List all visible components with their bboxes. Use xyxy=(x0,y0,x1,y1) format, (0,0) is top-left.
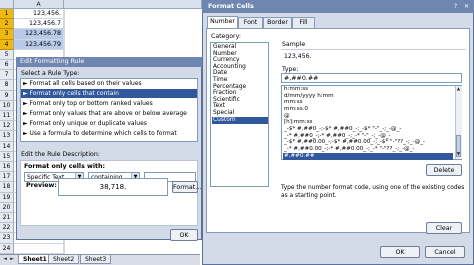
format-cells-title[interactable]: Format Cells xyxy=(202,0,474,13)
row-header[interactable]: 1 xyxy=(0,9,14,20)
tab-font[interactable]: Font xyxy=(238,17,263,28)
row-header[interactable]: 16 xyxy=(0,162,14,173)
close-icon[interactable]: ✕ xyxy=(462,2,471,11)
type-input-value: #,##0.## xyxy=(284,75,319,82)
edit-description-label: Edit the Rule Description: xyxy=(21,151,100,158)
column-header-a[interactable]: A xyxy=(14,0,64,9)
rule-type-item[interactable]: ► Format all cells based on their values xyxy=(21,79,197,88)
row-header[interactable]: 15 xyxy=(0,151,14,162)
clear-button[interactable]: Clear xyxy=(426,222,462,234)
sheet-tab-1[interactable]: Sheet1 xyxy=(18,255,52,264)
select-all-corner[interactable] xyxy=(0,0,14,9)
type-input[interactable]: #,##0.## xyxy=(281,73,462,83)
row-header[interactable]: 19 xyxy=(0,192,14,203)
column-header-b[interactable] xyxy=(64,0,202,9)
row-header[interactable]: 3 xyxy=(0,29,14,40)
format-hint-text: Type the number format code, using one o… xyxy=(281,185,465,199)
row-header[interactable]: 4 xyxy=(0,39,14,50)
row-header[interactable]: 9 xyxy=(0,90,14,101)
row-header[interactable]: 12 xyxy=(0,121,14,132)
sheet-tab-2[interactable]: Sheet2 xyxy=(48,255,80,264)
select-rule-type-label: Select a Rule Type: xyxy=(21,70,80,77)
sample-label: Sample xyxy=(282,41,306,48)
row-header[interactable]: 18 xyxy=(0,182,14,193)
row-header[interactable]: 22 xyxy=(0,223,14,234)
edit-rule-ok-button[interactable]: OK xyxy=(170,229,198,241)
preview-label: Preview: xyxy=(26,182,57,189)
tab-fill[interactable]: Fill xyxy=(292,17,315,28)
delete-button[interactable]: Delete xyxy=(426,164,462,176)
row-header[interactable]: 5 xyxy=(0,49,14,60)
edit-rule-dialog-title[interactable]: Edit Formatting Rule xyxy=(16,57,202,67)
first-sheet-nav-icon[interactable]: ◄ xyxy=(2,256,8,263)
format-cells-ok-button[interactable]: OK xyxy=(380,246,420,258)
type-label: Type: xyxy=(282,66,299,73)
rule-type-item[interactable]: ► Format only unique or duplicate values xyxy=(21,119,197,128)
row-header[interactable]: 8 xyxy=(0,80,14,91)
preview-box: 38,718. xyxy=(58,178,168,196)
row-header[interactable]: 20 xyxy=(0,202,14,213)
cell-a[interactable]: 123,456. xyxy=(14,9,64,20)
tab-border[interactable]: Border xyxy=(263,17,292,28)
row-header[interactable]: 23 xyxy=(0,233,14,244)
preview-value: 38,718. xyxy=(99,183,127,191)
scroll-down-icon[interactable]: ▼ xyxy=(456,152,461,158)
row-header[interactable]: 13 xyxy=(0,131,14,142)
row-header[interactable]: 14 xyxy=(0,141,14,152)
rule-type-item[interactable]: ► Use a formula to determine which cells… xyxy=(21,129,197,138)
row-header[interactable]: 6 xyxy=(0,60,14,71)
cell-a[interactable]: 123,456.78 xyxy=(14,29,64,40)
cell-a[interactable]: 123,456.7 xyxy=(14,19,64,30)
scroll-up-icon[interactable]: ▲ xyxy=(456,87,461,93)
format-only-cells-with-label: Format only cells with: xyxy=(24,163,106,170)
sheet-tab-3[interactable]: Sheet3 xyxy=(80,255,112,264)
row-header[interactable]: 2 xyxy=(0,19,14,30)
row-header[interactable]: 11 xyxy=(0,111,14,122)
rule-type-item[interactable]: ► Format only top or bottom ranked value… xyxy=(21,99,197,108)
format-code-item[interactable]: #,##0.## xyxy=(283,152,453,160)
category-item[interactable]: Custom xyxy=(212,116,268,124)
sample-value: 123,456. xyxy=(284,53,312,60)
cell-a[interactable]: 123,456.79 xyxy=(14,39,64,50)
help-icon[interactable]: ? xyxy=(451,2,460,11)
row-header[interactable]: 24 xyxy=(0,243,14,254)
cell-a[interactable] xyxy=(14,243,64,254)
row-header[interactable]: 10 xyxy=(0,100,14,111)
tab-number[interactable]: Number xyxy=(207,16,238,28)
last-sheet-nav-icon[interactable]: ► xyxy=(9,256,15,263)
rule-type-item[interactable]: ► Format only values that are above or b… xyxy=(21,109,197,118)
format-cells-cancel-button[interactable]: Cancel xyxy=(425,246,465,258)
format-button[interactable]: Format... xyxy=(172,181,201,193)
row-header[interactable]: 21 xyxy=(0,213,14,224)
row-header[interactable]: 7 xyxy=(0,70,14,81)
category-label: Category: xyxy=(211,33,241,40)
row-header[interactable]: 17 xyxy=(0,172,14,183)
rule-type-item[interactable]: ► Format only cells that contain xyxy=(21,89,197,98)
sample-box: 123,456. xyxy=(281,49,466,64)
